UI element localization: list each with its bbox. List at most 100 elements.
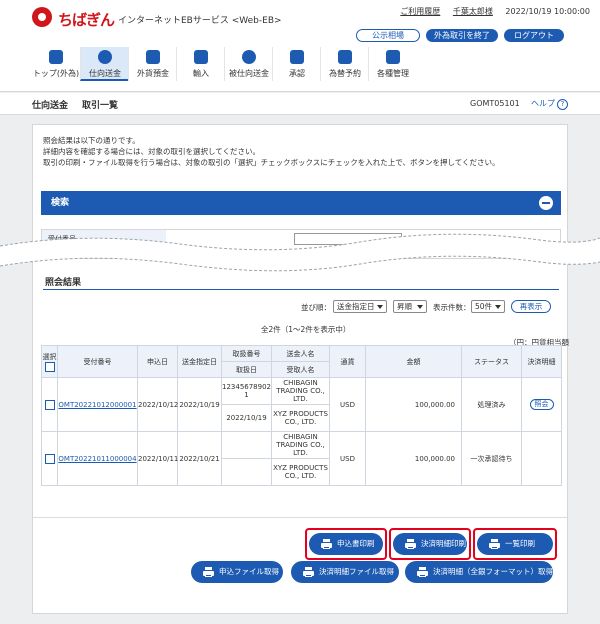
table-row[interactable]: OMT20221011000004 2022/10/11 2022/10/21 …: [41, 431, 562, 486]
status-header: ステータス: [461, 345, 522, 378]
remit-date-header: 送金指定日: [177, 345, 222, 378]
remittance-icon: [98, 50, 112, 64]
print-application-button[interactable]: 申込書印刷: [309, 533, 383, 555]
help-link[interactable]: ヘルプ?: [531, 98, 568, 110]
select-header: 選択: [41, 345, 58, 378]
results-title: 照会結果: [45, 278, 82, 288]
receiver-cell: XYZ PRODUCTS CO., LTD.: [271, 458, 330, 486]
global-header: ちばぎん インターネットEBサービス <Web-EB> ご利用履歴 千葉太郎様 …: [0, 0, 600, 92]
print-statement-button[interactable]: 決済明細印刷: [393, 533, 467, 555]
receiver-header: 受取人名: [271, 361, 330, 378]
approval-icon: [290, 50, 304, 64]
download-icon: [417, 567, 428, 577]
top-links: ご利用履歴 千葉太郎様 2022/10/19 10:00:00: [400, 6, 590, 17]
count-select[interactable]: 50件: [471, 300, 505, 313]
redisplay-button[interactable]: 再表示: [511, 300, 551, 313]
status-cell: 一次承認待ち: [461, 431, 522, 486]
public-rates-button[interactable]: 公示相場: [356, 29, 420, 42]
fx-reservation-icon: [338, 50, 352, 64]
deal-date-header: 取扱日: [221, 361, 272, 378]
brand-logo-icon: [32, 7, 52, 27]
logout-button[interactable]: ログアウト: [504, 29, 564, 42]
user-name-link[interactable]: 千葉太郎様: [453, 7, 493, 16]
get-application-file-button[interactable]: 申込ファイル取得: [191, 561, 283, 583]
printer-icon: [321, 539, 332, 549]
count-label: 表示件数：: [433, 303, 471, 312]
help-icon: ?: [557, 99, 568, 110]
page-title: 取引一覧: [82, 101, 119, 111]
main-content: 照会結果は以下の通りです。 詳細内容を確認する場合には、対象の取引を選択してくだ…: [32, 124, 569, 614]
download-icon: [203, 567, 214, 577]
sender-header: 送金人名: [271, 345, 330, 362]
page-titlebar: 仕向送金 取引一覧 GOMT05101 ヘルプ?: [0, 93, 600, 115]
fx-close-button[interactable]: 外為取引を終了: [426, 29, 498, 42]
management-icon: [386, 50, 400, 64]
get-statement-full-button[interactable]: 決済明細（全銀フォーマット）取得: [405, 561, 553, 583]
statement-cell: [521, 431, 562, 486]
receipt-no-header: 受付番号: [57, 345, 138, 378]
nav-item-import[interactable]: 輸入: [176, 47, 224, 81]
service-name: インターネットEBサービス <Web-EB>: [118, 16, 282, 26]
amount-header: 金額: [365, 345, 462, 378]
amount-cell: 100,000.00: [365, 377, 462, 432]
row-checkbox[interactable]: [44, 453, 55, 464]
deal-no-cell: 12345678902 1: [221, 377, 272, 405]
breadcrumb: 仕向送金 取引一覧: [32, 98, 118, 111]
currency-cell: USD: [329, 377, 366, 432]
collapse-icon[interactable]: [539, 196, 553, 210]
login-datetime: 2022/10/19 10:00:00: [505, 7, 590, 16]
intro-text: 照会結果は以下の通りです。 詳細内容を確認する場合には、対象の取引を選択してくだ…: [43, 136, 500, 167]
statement-header: 決済明細: [521, 345, 562, 378]
usage-history-link[interactable]: ご利用履歴: [400, 7, 440, 16]
currency-cell: USD: [329, 431, 366, 486]
row-checkbox[interactable]: [44, 399, 55, 410]
incoming-remittance-icon: [242, 50, 256, 64]
result-summary: 全2件（1～2件を表示中）: [261, 325, 351, 334]
deal-date-cell: 2022/10/19: [221, 404, 272, 432]
sender-cell: CHIBAGIN TRADING CO., LTD.: [271, 431, 330, 459]
remit-date-cell: 2022/10/21: [177, 431, 222, 486]
receiver-cell: XYZ PRODUCTS CO., LTD.: [271, 404, 330, 432]
screen-id: GOMT05101: [470, 99, 520, 108]
printer-icon: [489, 539, 500, 549]
sort-order-select[interactable]: 昇順: [393, 300, 427, 313]
receipt-no-link[interactable]: OMT20221011000004: [58, 455, 136, 463]
table-row[interactable]: OMT20221012000001 2022/10/12 2022/10/19 …: [41, 377, 562, 432]
nav-item-management[interactable]: 各種管理: [368, 47, 416, 81]
print-list-button[interactable]: 一覧印刷: [477, 533, 553, 555]
deal-date-cell: [221, 458, 272, 486]
select-all-checkbox[interactable]: [44, 361, 55, 372]
results-divider: [43, 289, 559, 290]
nav-item-foreign-deposit[interactable]: 外貨預金: [128, 47, 176, 81]
nav-item-outgoing-remittance[interactable]: 仕向送金: [80, 47, 128, 81]
sort-label: 並び順：: [301, 303, 331, 312]
sort-field-select[interactable]: 送金指定日: [333, 300, 387, 313]
house-icon: [49, 50, 63, 64]
apply-date-cell: 2022/10/12: [137, 377, 178, 432]
deal-no-cell: [221, 431, 272, 459]
main-nav: トップ(外為) 仕向送金 外貨預金 輸入 被仕向送金 承認 為替予約 各種管理: [32, 47, 416, 81]
results-table: 選択 受付番号 申込日 送金指定日 取扱番号 送金人名 通貨 金額 ステータス …: [41, 345, 562, 486]
apply-date-header: 申込日: [137, 345, 178, 378]
nav-item-fx-reservation[interactable]: 為替予約: [320, 47, 368, 81]
remit-date-cell: 2022/10/19: [177, 377, 222, 432]
status-cell: 処理済み: [461, 377, 522, 432]
deal-no-header: 取扱番号: [221, 345, 272, 362]
printer-icon: [405, 539, 416, 549]
amount-cell: 100,000.00: [365, 431, 462, 486]
page-break-decoration: [0, 233, 600, 272]
nav-item-incoming-remittance[interactable]: 被仕向送金: [224, 47, 272, 81]
brand-name: ちばぎん: [58, 11, 115, 29]
action-divider: [33, 517, 567, 518]
receipt-no-link[interactable]: OMT20221012000001: [58, 401, 136, 409]
get-statement-file-button[interactable]: 決済明細ファイル取得: [291, 561, 399, 583]
nav-item-top[interactable]: トップ(外為): [32, 47, 80, 81]
nav-item-approval[interactable]: 承認: [272, 47, 320, 81]
statement-view-button[interactable]: 照会: [529, 399, 554, 410]
import-icon: [194, 50, 208, 64]
currency-header: 通貨: [329, 345, 366, 378]
search-panel-header[interactable]: 検索: [41, 191, 561, 215]
sender-cell: CHIBAGIN TRADING CO., LTD.: [271, 377, 330, 405]
apply-date-cell: 2022/10/11: [137, 431, 178, 486]
download-icon: [303, 567, 314, 577]
